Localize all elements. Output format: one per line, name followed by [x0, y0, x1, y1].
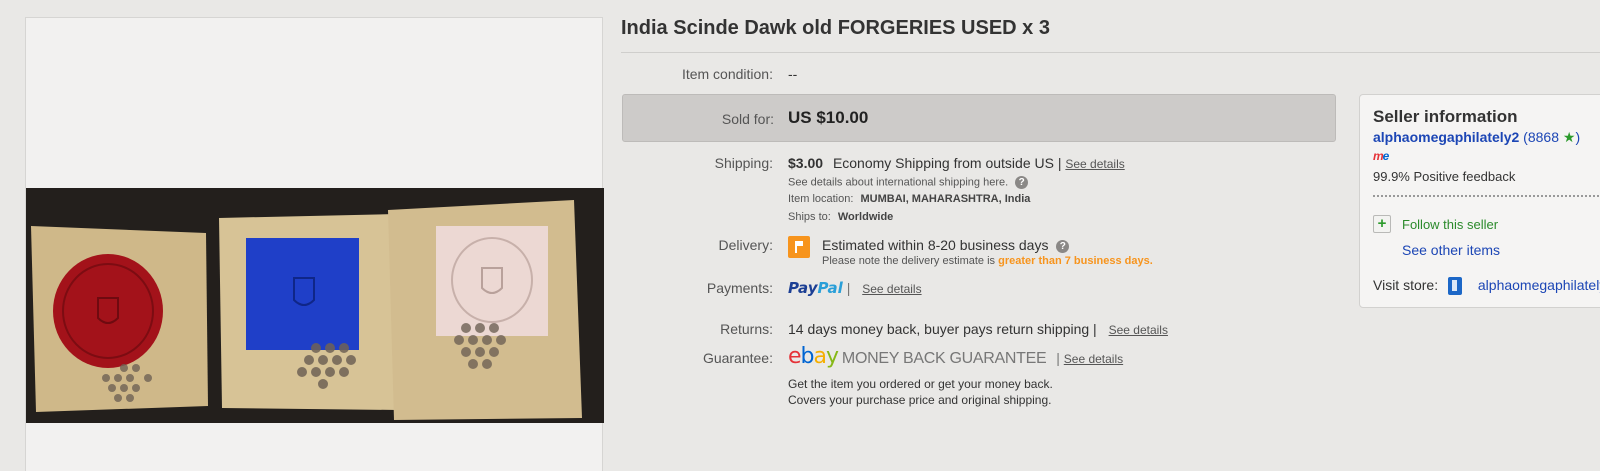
- sold-label: Sold for:: [721, 111, 774, 127]
- question-circle-icon[interactable]: ?: [1015, 176, 1029, 189]
- delivery-note-highlight: greater than 7 business days.: [998, 255, 1153, 267]
- plus-icon[interactable]: +: [1373, 215, 1391, 233]
- item-location-line: Item location: MUMBAI, MAHARASHTRA, Indi…: [788, 193, 1030, 205]
- item-location-label: Item location:: [788, 193, 854, 205]
- listing-title: India Scinde Dawk old FORGERIES USED x 3: [621, 17, 1050, 39]
- returns-line: 14 days money back, buyer pays return sh…: [788, 321, 1168, 337]
- question-circle-icon[interactable]: ?: [1056, 239, 1070, 253]
- see-other-items-link[interactable]: See other items: [1402, 242, 1500, 258]
- title-divider: [621, 52, 1600, 53]
- red-stamp: [31, 226, 208, 412]
- guarantee-line: ebay MONEY BACK GUARANTEE | See details: [788, 344, 1124, 369]
- returns-see-details-link[interactable]: See details: [1109, 323, 1168, 337]
- delivery-label: Delivery:: [718, 237, 773, 253]
- delivery-estimate: Estimated within 8-20 business days: [822, 237, 1049, 253]
- delivery-note-text: Please note the delivery estimate is: [822, 255, 996, 267]
- store-name-link[interactable]: alphaomegaphilatelyindia: [1478, 277, 1600, 293]
- ebay-logo: ebay: [788, 344, 839, 369]
- sold-price: US $10.00: [788, 108, 869, 127]
- payments-line: PayPal | See details: [788, 279, 922, 297]
- seller-divider: [1373, 195, 1600, 197]
- payments-see-details-link[interactable]: See details: [862, 282, 921, 296]
- delivery-note: Please note the delivery estimate is gre…: [822, 255, 1153, 267]
- shipping-label: Shipping:: [714, 155, 773, 171]
- pink-stamp: [388, 200, 582, 420]
- seller-name-line: alphaomegaphilately2 (8868 ★): [1373, 129, 1581, 145]
- returns-value: 14 days money back, buyer pays return sh…: [788, 321, 1097, 337]
- intl-shipping-text[interactable]: See details about international shipping…: [788, 176, 1008, 188]
- condition-value: --: [788, 66, 798, 82]
- ships-to-line: Ships to: Worldwide: [788, 211, 893, 223]
- seller-info-title: Seller information: [1373, 107, 1518, 126]
- visit-store-line: Visit store: alphaomegaphilatelyindia: [1373, 277, 1600, 296]
- shipping-method: Economy Shipping from outside US |: [832, 155, 1062, 171]
- guarantee-see-details-link[interactable]: See details: [1064, 352, 1123, 366]
- positive-feedback: 99.9% Positive feedback: [1373, 169, 1516, 184]
- item-photo[interactable]: [26, 188, 604, 423]
- store-icon[interactable]: [1448, 277, 1462, 296]
- money-back-guarantee-logo: MONEY BACK GUARANTEE: [841, 350, 1047, 367]
- seller-name-link[interactable]: alphaomegaphilately2: [1373, 129, 1519, 145]
- condition-label: Item condition:: [681, 66, 773, 82]
- shipping-see-details-link[interactable]: See details: [1065, 157, 1124, 171]
- ships-to-value: Worldwide: [837, 211, 894, 223]
- green-star-icon: ★: [1562, 129, 1576, 145]
- item-location-value: MUMBAI, MAHARASHTRA, India: [860, 193, 1031, 205]
- shipping-line: $3.00 Economy Shipping from outside US |…: [788, 155, 1125, 171]
- seller-info-panel: Seller information alphaomegaphilately2 …: [1359, 94, 1600, 308]
- guarantee-text-1: Get the item you ordered or get your mon…: [788, 377, 1053, 391]
- intl-shipping-note: See details about international shipping…: [788, 176, 1029, 189]
- blue-stamp: [219, 214, 398, 410]
- feedback-score-link[interactable]: 8868: [1528, 129, 1559, 145]
- returns-label: Returns:: [720, 321, 773, 337]
- paypal-logo: PayPal: [788, 279, 843, 297]
- delivery-estimate-line: Estimated within 8-20 business days ?: [822, 237, 1070, 253]
- payments-label: Payments:: [706, 280, 773, 296]
- orange-flag-icon: [788, 236, 810, 258]
- item-image-panel: [25, 17, 604, 471]
- stamps-image: [26, 188, 604, 423]
- follow-seller-link[interactable]: Follow this seller: [1402, 217, 1498, 232]
- guarantee-label: Guarantee:: [702, 350, 773, 366]
- sold-price-box: Sold for: US $10.00: [622, 94, 1336, 142]
- guarantee-text-2: Covers your purchase price and original …: [788, 393, 1052, 407]
- me-badge-icon: me: [1373, 149, 1389, 163]
- shipping-cost: $3.00: [788, 155, 824, 171]
- visit-store-label: Visit store:: [1373, 277, 1439, 293]
- ships-to-label: Ships to:: [788, 211, 831, 223]
